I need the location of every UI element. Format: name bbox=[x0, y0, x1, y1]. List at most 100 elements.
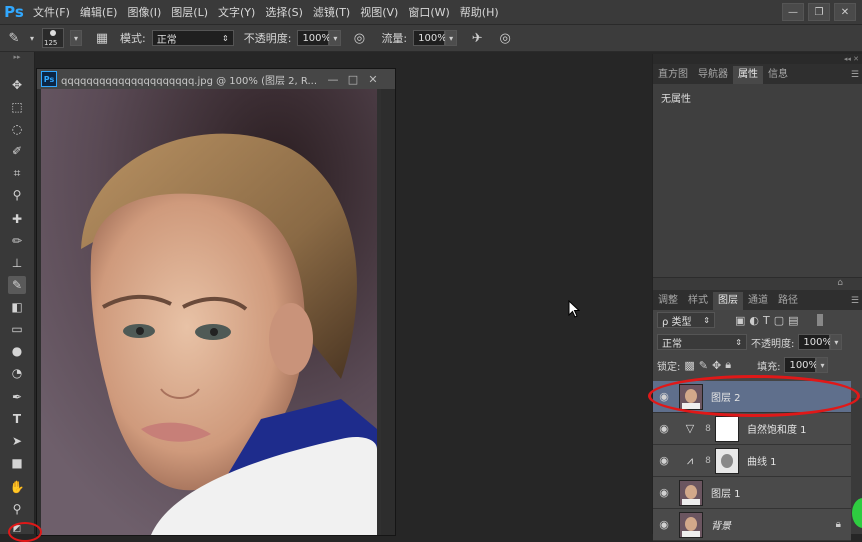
move-tool-icon[interactable]: ✥ bbox=[8, 76, 26, 94]
image-canvas[interactable] bbox=[41, 89, 377, 535]
panel-menu-icon[interactable]: ☰ bbox=[851, 66, 859, 84]
menu-layer[interactable]: 图层(L) bbox=[166, 4, 213, 20]
blur-tool-icon[interactable]: ● bbox=[8, 342, 26, 360]
lock-position-icon[interactable]: ✥ bbox=[712, 359, 721, 372]
doc-minimize-button[interactable]: — bbox=[323, 73, 343, 86]
pressure-size-icon[interactable]: ◎ bbox=[497, 31, 513, 46]
panel-menu-icon[interactable]: ☰ bbox=[851, 292, 859, 310]
minimize-button[interactable]: — bbox=[782, 3, 804, 21]
layer-row[interactable]: ◉ ⩘ 8 曲线 1 bbox=[653, 445, 851, 477]
brush-picker-arrow[interactable]: ▾ bbox=[70, 30, 82, 46]
pressure-opacity-icon[interactable]: ◎ bbox=[351, 31, 367, 46]
layer-filter-value: ρ 类型 bbox=[662, 316, 692, 328]
marquee-tool-icon[interactable]: ⬚ bbox=[8, 98, 26, 116]
lock-image-icon[interactable]: ✎ bbox=[699, 359, 708, 372]
flow-input[interactable]: 100% bbox=[413, 30, 447, 46]
blend-mode-value: 正常 bbox=[662, 338, 682, 350]
lasso-tool-icon[interactable]: ◌ bbox=[8, 120, 26, 138]
filter-pixel-icon[interactable]: ▣ bbox=[735, 314, 745, 327]
restore-button[interactable]: ❐ bbox=[808, 3, 830, 21]
tool-preset-arrow-icon[interactable]: ▾ bbox=[28, 34, 36, 43]
panel-collapse-icon[interactable]: ◂◂ ✕ bbox=[653, 54, 862, 64]
menu-type[interactable]: 文字(Y) bbox=[213, 4, 260, 20]
tab-navigator[interactable]: 导航器 bbox=[693, 66, 733, 84]
menu-image[interactable]: 图像(I) bbox=[122, 4, 166, 20]
tab-properties[interactable]: 属性 bbox=[733, 66, 763, 84]
mode-select[interactable]: 正常 ⇕ bbox=[151, 30, 234, 46]
visibility-eye-icon[interactable]: ◉ bbox=[653, 454, 675, 467]
path-selection-tool-icon[interactable]: ➤ bbox=[8, 432, 26, 450]
opacity-input[interactable]: 100% bbox=[297, 30, 331, 46]
layer-row[interactable]: ◉ ▽ 8 自然饱和度 1 bbox=[653, 413, 851, 445]
doc-close-button[interactable]: ✕ bbox=[363, 73, 383, 86]
tab-histogram[interactable]: 直方图 bbox=[653, 66, 693, 84]
filter-type-icon[interactable]: T bbox=[763, 314, 770, 327]
tab-info[interactable]: 信息 bbox=[763, 66, 793, 84]
toolbar-collapse-icon[interactable]: ▸▸ bbox=[8, 52, 26, 62]
visibility-eye-icon[interactable]: ◉ bbox=[653, 518, 675, 531]
visibility-eye-icon[interactable]: ◉ bbox=[653, 422, 675, 435]
pen-tool-icon[interactable]: ✒ bbox=[8, 388, 26, 406]
menu-help[interactable]: 帮助(H) bbox=[455, 4, 504, 20]
brush-panel-icon[interactable]: ▦ bbox=[94, 31, 110, 46]
layer-mask-thumbnail bbox=[715, 447, 739, 474]
type-tool-icon[interactable]: T bbox=[8, 410, 26, 428]
history-brush-tool-icon[interactable]: ✎ bbox=[6, 31, 22, 46]
filter-adjustment-icon[interactable]: ◐ bbox=[749, 314, 759, 327]
tab-channels[interactable]: 通道 bbox=[743, 292, 773, 310]
tab-paths[interactable]: 路径 bbox=[773, 292, 803, 310]
eraser-tool-icon[interactable]: ◧ bbox=[8, 298, 26, 316]
filter-smart-object-icon[interactable]: ▤ bbox=[788, 314, 798, 327]
lock-all-icon[interactable]: 🔒︎ bbox=[725, 358, 731, 372]
clone-stamp-tool-icon[interactable]: ⊥ bbox=[8, 254, 26, 272]
opacity-arrow[interactable]: ▾ bbox=[329, 30, 342, 46]
dodge-tool-icon[interactable]: ◔ bbox=[8, 364, 26, 382]
filter-shape-icon[interactable]: ▢ bbox=[774, 314, 784, 327]
close-button[interactable]: ✕ bbox=[834, 3, 856, 21]
menu-window[interactable]: 窗口(W) bbox=[403, 4, 454, 20]
document-vertical-scrollbar[interactable] bbox=[381, 89, 395, 535]
filter-toggle[interactable] bbox=[816, 314, 823, 326]
blend-mode-select[interactable]: 正常 ⇕ bbox=[657, 334, 747, 350]
quick-selection-tool-icon[interactable]: ✐ bbox=[8, 142, 26, 160]
brush-size-preview[interactable]: 125 bbox=[42, 28, 64, 48]
shape-tool-icon[interactable]: ■ bbox=[8, 454, 26, 472]
menu-view[interactable]: 视图(V) bbox=[355, 4, 403, 20]
doc-maximize-button[interactable]: □ bbox=[343, 73, 363, 86]
gradient-tool-icon[interactable]: ▭ bbox=[8, 320, 26, 338]
flow-arrow[interactable]: ▾ bbox=[445, 30, 458, 46]
layer-filter-select[interactable]: ρ 类型 ⇕ bbox=[657, 312, 715, 328]
healing-brush-tool-icon[interactable]: ✚ bbox=[8, 210, 26, 228]
crop-tool-icon[interactable]: ⌗ bbox=[8, 164, 26, 182]
layer-opacity-arrow[interactable]: ▾ bbox=[830, 334, 843, 350]
flow-value: 100% bbox=[418, 32, 447, 44]
layer-opacity-value: 100% bbox=[803, 336, 832, 348]
menu-file[interactable]: 文件(F) bbox=[28, 4, 75, 20]
layer-row[interactable]: ◉ 背景 🔒︎ bbox=[653, 509, 851, 541]
lock-transparent-icon[interactable]: ▩ bbox=[684, 359, 694, 372]
tab-layers[interactable]: 图层 bbox=[713, 292, 743, 310]
eyedropper-tool-icon[interactable]: ⚲ bbox=[8, 186, 26, 204]
portrait-photo bbox=[41, 89, 377, 535]
menu-select[interactable]: 选择(S) bbox=[260, 4, 308, 20]
brush-tool-icon[interactable]: ✏ bbox=[8, 232, 26, 250]
trash-icon[interactable]: ⌂ bbox=[837, 278, 843, 288]
zoom-tool-icon[interactable]: ⚲ bbox=[8, 500, 26, 518]
lock-icon: 🔒︎ bbox=[835, 519, 841, 530]
tab-styles[interactable]: 样式 bbox=[683, 292, 713, 310]
airbrush-icon[interactable]: ✈ bbox=[469, 31, 485, 46]
tools-panel: ▸▸ ✥ ⬚ ◌ ✐ ⌗ ⚲ ✚ ✏ ⊥ ✎ ◧ ▭ ● ◔ ✒ T ➤ ■ ✋… bbox=[0, 52, 35, 534]
layer-opacity-input[interactable]: 100% bbox=[798, 334, 832, 350]
layer-row[interactable]: ◉ 图层 1 bbox=[653, 477, 851, 509]
brush-dot-icon bbox=[50, 30, 56, 36]
document-title-bar[interactable]: Ps qqqqqqqqqqqqqqqqqqqqq.jpg @ 100% (图层 … bbox=[37, 69, 395, 89]
tab-adjustments[interactable]: 调整 bbox=[653, 292, 683, 310]
menu-filter[interactable]: 滤镜(T) bbox=[308, 4, 355, 20]
hand-tool-icon[interactable]: ✋ bbox=[8, 478, 26, 496]
fill-input[interactable]: 100% bbox=[784, 357, 818, 373]
visibility-eye-icon[interactable]: ◉ bbox=[653, 486, 675, 499]
history-brush-tool-icon[interactable]: ✎ bbox=[8, 276, 26, 294]
fill-arrow[interactable]: ▾ bbox=[816, 357, 829, 373]
menu-edit[interactable]: 编辑(E) bbox=[75, 4, 123, 20]
fill-label: 填充: bbox=[757, 361, 781, 373]
